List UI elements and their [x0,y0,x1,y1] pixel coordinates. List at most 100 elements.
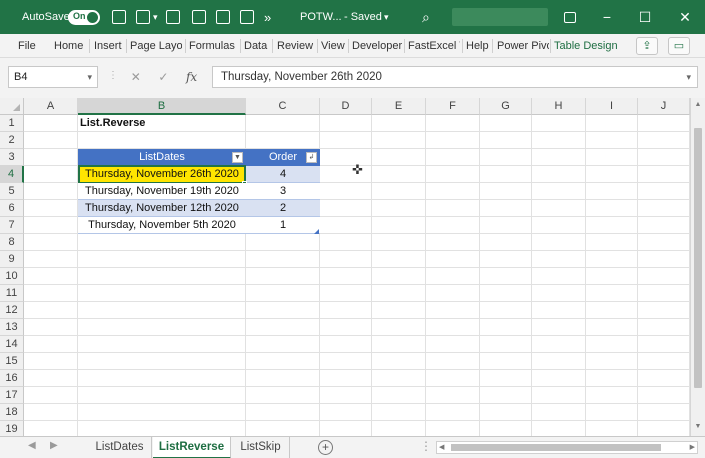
enter-icon[interactable]: ✓ [158,70,168,84]
row-header[interactable]: 15 [0,353,24,370]
tab-page-layout[interactable]: Page Layo [130,34,182,58]
table-cell-date[interactable]: Thursday, November 19th 2020 [78,183,246,200]
minimize-icon[interactable]: − [590,0,624,34]
row-header[interactable]: 12 [0,302,24,319]
edit-icon[interactable] [192,10,206,24]
tab-formulas[interactable]: Formulas [189,34,237,58]
chevron-down-icon[interactable]: ▾ [686,67,691,87]
column-header-d[interactable]: D [320,98,372,115]
scroll-down-icon[interactable]: ▼ [691,420,705,434]
row-header[interactable]: 4 [0,166,24,183]
column-header-e[interactable]: E [372,98,426,115]
row-header[interactable]: 11 [0,285,24,302]
sheet-tab-listreverse[interactable]: ListReverse [153,437,231,458]
tab-power-pivot[interactable]: Power Pivo [497,34,549,58]
search-icon[interactable]: ⌕ [422,0,430,34]
chevron-down-icon[interactable]: ▾ [87,67,92,87]
column-header-j[interactable]: J [638,98,690,115]
row-header[interactable]: 7 [0,217,24,234]
tab-data[interactable]: Data [244,34,270,58]
tab-view[interactable]: View [321,34,347,58]
column-header-c[interactable]: C [246,98,320,115]
account-area[interactable] [452,8,548,26]
column-header-h[interactable]: H [532,98,586,115]
chevron-down-icon[interactable]: ▾ [384,0,389,34]
table-cell-order[interactable]: 4 [246,166,320,183]
filter-dropdown-icon[interactable]: ▼ [232,152,243,163]
row-header[interactable]: 6 [0,200,24,217]
select-all-corner[interactable] [0,98,24,115]
add-sheet-icon[interactable]: + [318,440,333,455]
tab-fastexcel[interactable]: FastExcel V [408,34,460,58]
ribbon-display-icon[interactable] [564,12,576,23]
table-resize-handle[interactable] [314,229,319,234]
row-header[interactable]: 14 [0,336,24,353]
column-header-g[interactable]: G [480,98,532,115]
sheet-tab-listdates[interactable]: ListDates [88,437,152,458]
document-title[interactable]: POTW... [300,0,342,34]
scroll-thumb[interactable] [694,128,702,388]
maximize-icon[interactable]: ☐ [628,0,662,34]
tab-file[interactable]: File [18,34,38,58]
row-header[interactable]: 13 [0,319,24,336]
more-commands-icon[interactable]: » [264,0,271,34]
tab-help[interactable]: Help [466,34,490,58]
column-header-b[interactable]: B [78,98,246,115]
name-box[interactable]: B4 ▾ [8,66,98,88]
chevron-down-icon[interactable]: ▾ [153,0,158,34]
sort-filter-icon[interactable]: ↲ [306,152,317,163]
tab-review[interactable]: Review [277,34,315,58]
row-header[interactable]: 17 [0,387,24,404]
column-header-a[interactable]: A [24,98,78,115]
vertical-scrollbar[interactable]: ▲ ▼ [690,98,705,436]
table-cell-order[interactable]: 1 [246,217,320,234]
table-cell-date[interactable]: Thursday, November 5th 2020 [78,217,246,234]
grid-icon[interactable] [240,10,254,24]
tab-insert[interactable]: Insert [94,34,124,58]
column-header-f[interactable]: F [426,98,480,115]
tab-table-design[interactable]: Table Design [554,34,620,58]
table-cell-date[interactable]: Thursday, November 12th 2020 [78,200,246,217]
sheet-title[interactable]: List.Reverse [80,115,240,132]
save-icon[interactable] [112,10,126,24]
prev-sheet-icon[interactable]: ◀ [28,440,36,451]
autosave-toggle[interactable]: On [68,10,100,25]
next-sheet-icon[interactable]: ▶ [50,440,58,451]
horizontal-scrollbar[interactable]: ◀ ▶ [436,441,698,454]
row-header[interactable]: 10 [0,268,24,285]
image-icon[interactable] [216,10,230,24]
worksheet-grid[interactable]: A B C D E F G H I J 1 2 3 4 5 6 7 8 9 10… [0,98,690,436]
saved-status[interactable]: - Saved [344,0,382,34]
row-header[interactable]: 18 [0,404,24,421]
row-header[interactable]: 19 [0,421,24,436]
row-header[interactable]: 2 [0,132,24,149]
cancel-icon[interactable]: ✕ [131,70,141,84]
selected-cell-b4[interactable]: Thursday, November 26th 2020 [78,165,246,184]
table-icon[interactable] [136,10,150,24]
table-cell-order[interactable]: 3 [246,183,320,200]
form-icon[interactable] [166,10,180,24]
scroll-thumb[interactable] [451,444,661,451]
share-icon[interactable]: ⇪ [636,37,658,55]
row-header[interactable]: 1 [0,115,24,132]
scroll-left-icon[interactable]: ◀ [439,442,444,453]
table-header-listdates[interactable]: ListDates ▼ [78,149,246,166]
table-header-order[interactable]: Order ↲ [246,149,320,166]
scroll-right-icon[interactable]: ▶ [690,442,695,453]
column-header-i[interactable]: I [586,98,638,115]
scroll-up-icon[interactable]: ▲ [691,98,705,112]
sheet-tab-listskip[interactable]: ListSkip [232,437,290,458]
tab-split-grip-icon[interactable]: ⋮ [420,439,432,453]
comments-icon[interactable]: ▭ [668,37,690,55]
tab-home[interactable]: Home [54,34,84,58]
row-header[interactable]: 8 [0,234,24,251]
row-header[interactable]: 5 [0,183,24,200]
row-header[interactable]: 3 [0,149,24,166]
close-icon[interactable]: ✕ [668,0,702,34]
tab-developer[interactable]: Developer [352,34,402,58]
table-cell-order[interactable]: 2 [246,200,320,217]
insert-function-icon[interactable]: fx [186,70,197,84]
row-header[interactable]: 9 [0,251,24,268]
formula-input[interactable]: Thursday, November 26th 2020 ▾ [212,66,698,88]
row-header[interactable]: 16 [0,370,24,387]
